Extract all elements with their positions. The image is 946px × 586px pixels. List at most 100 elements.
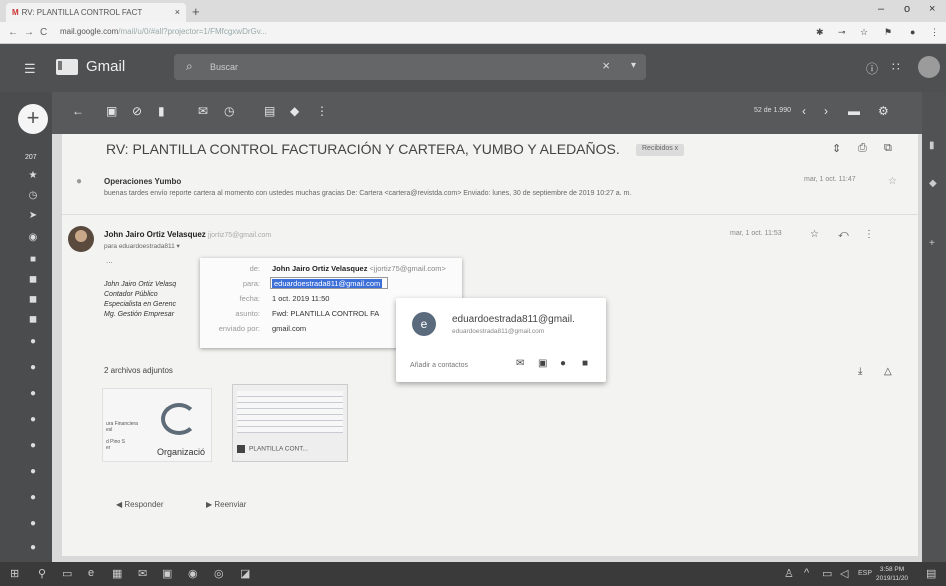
prev-message-icon[interactable]: ‹ <box>802 104 806 118</box>
network-icon[interactable]: ▭ <box>822 567 832 580</box>
star-icon[interactable]: ☆ <box>810 229 819 240</box>
input-tools-icon[interactable]: ▬ <box>848 104 860 118</box>
extension-flag-icon[interactable]: ⚑ <box>884 27 892 38</box>
back-to-inbox-icon[interactable]: ← <box>72 104 84 118</box>
calendar-icon[interactable]: ▮ <box>929 140 935 151</box>
next-message-icon[interactable]: › <box>824 104 828 118</box>
browser-menu-icon[interactable]: ⋮ <box>930 27 939 38</box>
contact-icon-5[interactable]: ● <box>27 466 39 478</box>
forward-button[interactable]: → <box>24 27 34 38</box>
media-icon[interactable]: ◉ <box>188 567 198 580</box>
inbox-label-chip[interactable]: Recibidos x <box>636 144 685 156</box>
label-icon[interactable]: ◼ <box>27 274 39 286</box>
contact-icon-8[interactable]: ● <box>27 542 39 554</box>
search-clear-icon[interactable]: × <box>602 58 610 73</box>
chrome-icon[interactable]: ◎ <box>214 567 224 580</box>
settings-gear-icon[interactable]: ⚙ <box>878 104 889 118</box>
new-window-icon[interactable]: ⧉ <box>884 142 892 155</box>
video-call-icon[interactable]: ■ <box>582 358 588 369</box>
star-icon[interactable]: ☆ <box>888 176 897 187</box>
language-indicator[interactable]: ESP <box>858 570 872 577</box>
edge-icon[interactable]: e <box>88 567 94 579</box>
notifications-icon[interactable]: ▤ <box>926 567 936 580</box>
search-icon[interactable]: ⌕ <box>186 59 193 74</box>
extension-icon[interactable]: ✱ <box>816 27 824 38</box>
help-icon[interactable]: ⓘ <box>866 60 878 77</box>
mark-unread-icon[interactable]: ✉ <box>198 104 208 118</box>
labels-icon[interactable]: ◆ <box>290 104 299 118</box>
search-icon[interactable]: ⚲ <box>38 567 46 580</box>
address-bar[interactable]: mail.google.com/mail/u/0/#all?projector=… <box>60 27 267 36</box>
more-actions-icon[interactable]: ⋮ <box>864 229 874 240</box>
meet-icon[interactable]: ● <box>27 336 39 348</box>
profile-icon[interactable]: ● <box>910 27 915 37</box>
volume-icon[interactable]: ◁ <box>840 567 848 580</box>
sender-avatar[interactable] <box>68 226 94 252</box>
reply-icon[interactable]: ⤺ <box>838 229 849 240</box>
gmail-logo-icon[interactable] <box>56 59 78 75</box>
start-icon[interactable]: ⊞ <box>10 567 19 580</box>
first-message-sender[interactable]: Operaciones Yumbo <box>104 177 181 186</box>
add-to-contacts-link[interactable]: Añadir a contactos <box>410 362 468 369</box>
details-to-value[interactable]: eduardoestrada811@gmail.com <box>272 279 383 288</box>
expand-all-icon[interactable]: ⇕ <box>832 142 841 155</box>
show-trimmed-content[interactable]: ... <box>106 256 113 265</box>
contact-icon-3[interactable]: ● <box>27 414 39 426</box>
people-icon[interactable]: ♙ <box>784 567 794 580</box>
contact-icon-7[interactable]: ● <box>27 518 39 530</box>
search-bar[interactable]: ⌕ Buscar × ▾ <box>174 54 646 80</box>
email-icon[interactable]: ✉ <box>516 358 524 369</box>
system-clock[interactable]: 3:58 PM 2019/11/20 <box>876 565 908 583</box>
add-addon-icon[interactable]: + <box>929 238 935 249</box>
star-icon[interactable]: ★ <box>27 170 39 182</box>
contact-icon-1[interactable]: ● <box>27 362 39 374</box>
reply-button[interactable]: ◀ Responder <box>116 500 164 509</box>
clock-icon[interactable]: ◷ <box>27 190 39 202</box>
apps-grid-icon[interactable]: ∷ <box>892 60 900 74</box>
minimize-button[interactable]: – <box>878 3 884 15</box>
explorer-icon[interactable]: ▣ <box>162 567 172 580</box>
more-options-icon[interactable]: ⋮ <box>316 104 328 118</box>
recipient-toggle[interactable]: para eduardoestrada811 ▾ <box>104 242 180 250</box>
first-message-snippet[interactable]: buenas tardes envío reporte cartera al m… <box>104 190 631 197</box>
new-tab-button[interactable]: + <box>192 4 200 19</box>
maximize-button[interactable]: o <box>904 3 910 15</box>
chat-icon[interactable]: ● <box>560 358 566 369</box>
selected-text[interactable]: eduardoestrada811@gmail.com <box>272 279 383 288</box>
main-menu-icon[interactable]: ☰ <box>24 61 36 77</box>
mail-icon[interactable]: ✉ <box>138 567 147 580</box>
account-avatar[interactable] <box>918 56 940 78</box>
compose-button[interactable]: + <box>18 104 48 134</box>
close-window-button[interactable]: × <box>929 3 935 15</box>
download-all-icon[interactable]: ⤓ <box>858 366 862 377</box>
forward-button[interactable]: ▶ Reenviar <box>206 500 246 509</box>
app-icon[interactable]: ◪ <box>240 567 250 580</box>
report-spam-icon[interactable]: ⊘ <box>132 104 142 118</box>
calendar-icon[interactable]: ▣ <box>538 358 547 369</box>
attachment-pdf[interactable]: ura Financiera esl d Pino S er Organizac… <box>102 388 212 462</box>
task-view-icon[interactable]: ▭ <box>62 567 72 580</box>
archive-icon[interactable]: ▣ <box>106 104 117 118</box>
browser-tab[interactable]: M RV: PLANTILLA CONTROL FACT × <box>6 3 186 22</box>
key-icon[interactable]: ⊸ <box>838 27 846 38</box>
print-icon[interactable]: ⎙ <box>858 142 867 155</box>
keep-icon[interactable]: ◆ <box>929 178 937 189</box>
gmail-brand[interactable]: Gmail <box>86 58 125 75</box>
contact-icon-6[interactable]: ● <box>27 492 39 504</box>
save-to-drive-icon[interactable]: △ <box>884 366 892 377</box>
label-icon-3[interactable]: ◼ <box>27 314 39 326</box>
search-input[interactable]: Buscar <box>210 62 238 72</box>
drafts-icon[interactable]: ■ <box>27 254 39 266</box>
search-options-icon[interactable]: ▾ <box>631 60 636 71</box>
attachment-spreadsheet[interactable]: PLANTILLA CONT... <box>232 384 348 462</box>
sent-icon[interactable]: ◉ <box>27 232 39 244</box>
reload-button[interactable]: C <box>40 27 47 38</box>
contact-avatar[interactable]: e <box>412 312 436 336</box>
second-message-sender[interactable]: John Jairo Ortiz Velasquez jjortiz75@gma… <box>104 230 271 239</box>
label-icon-2[interactable]: ◼ <box>27 294 39 306</box>
back-button[interactable]: ← <box>8 27 18 38</box>
contact-icon-2[interactable]: ● <box>27 388 39 400</box>
delete-icon[interactable]: ▮ <box>158 104 165 118</box>
bookmark-star-icon[interactable]: ☆ <box>860 27 868 38</box>
tray-expand-icon[interactable]: ^ <box>804 567 809 579</box>
